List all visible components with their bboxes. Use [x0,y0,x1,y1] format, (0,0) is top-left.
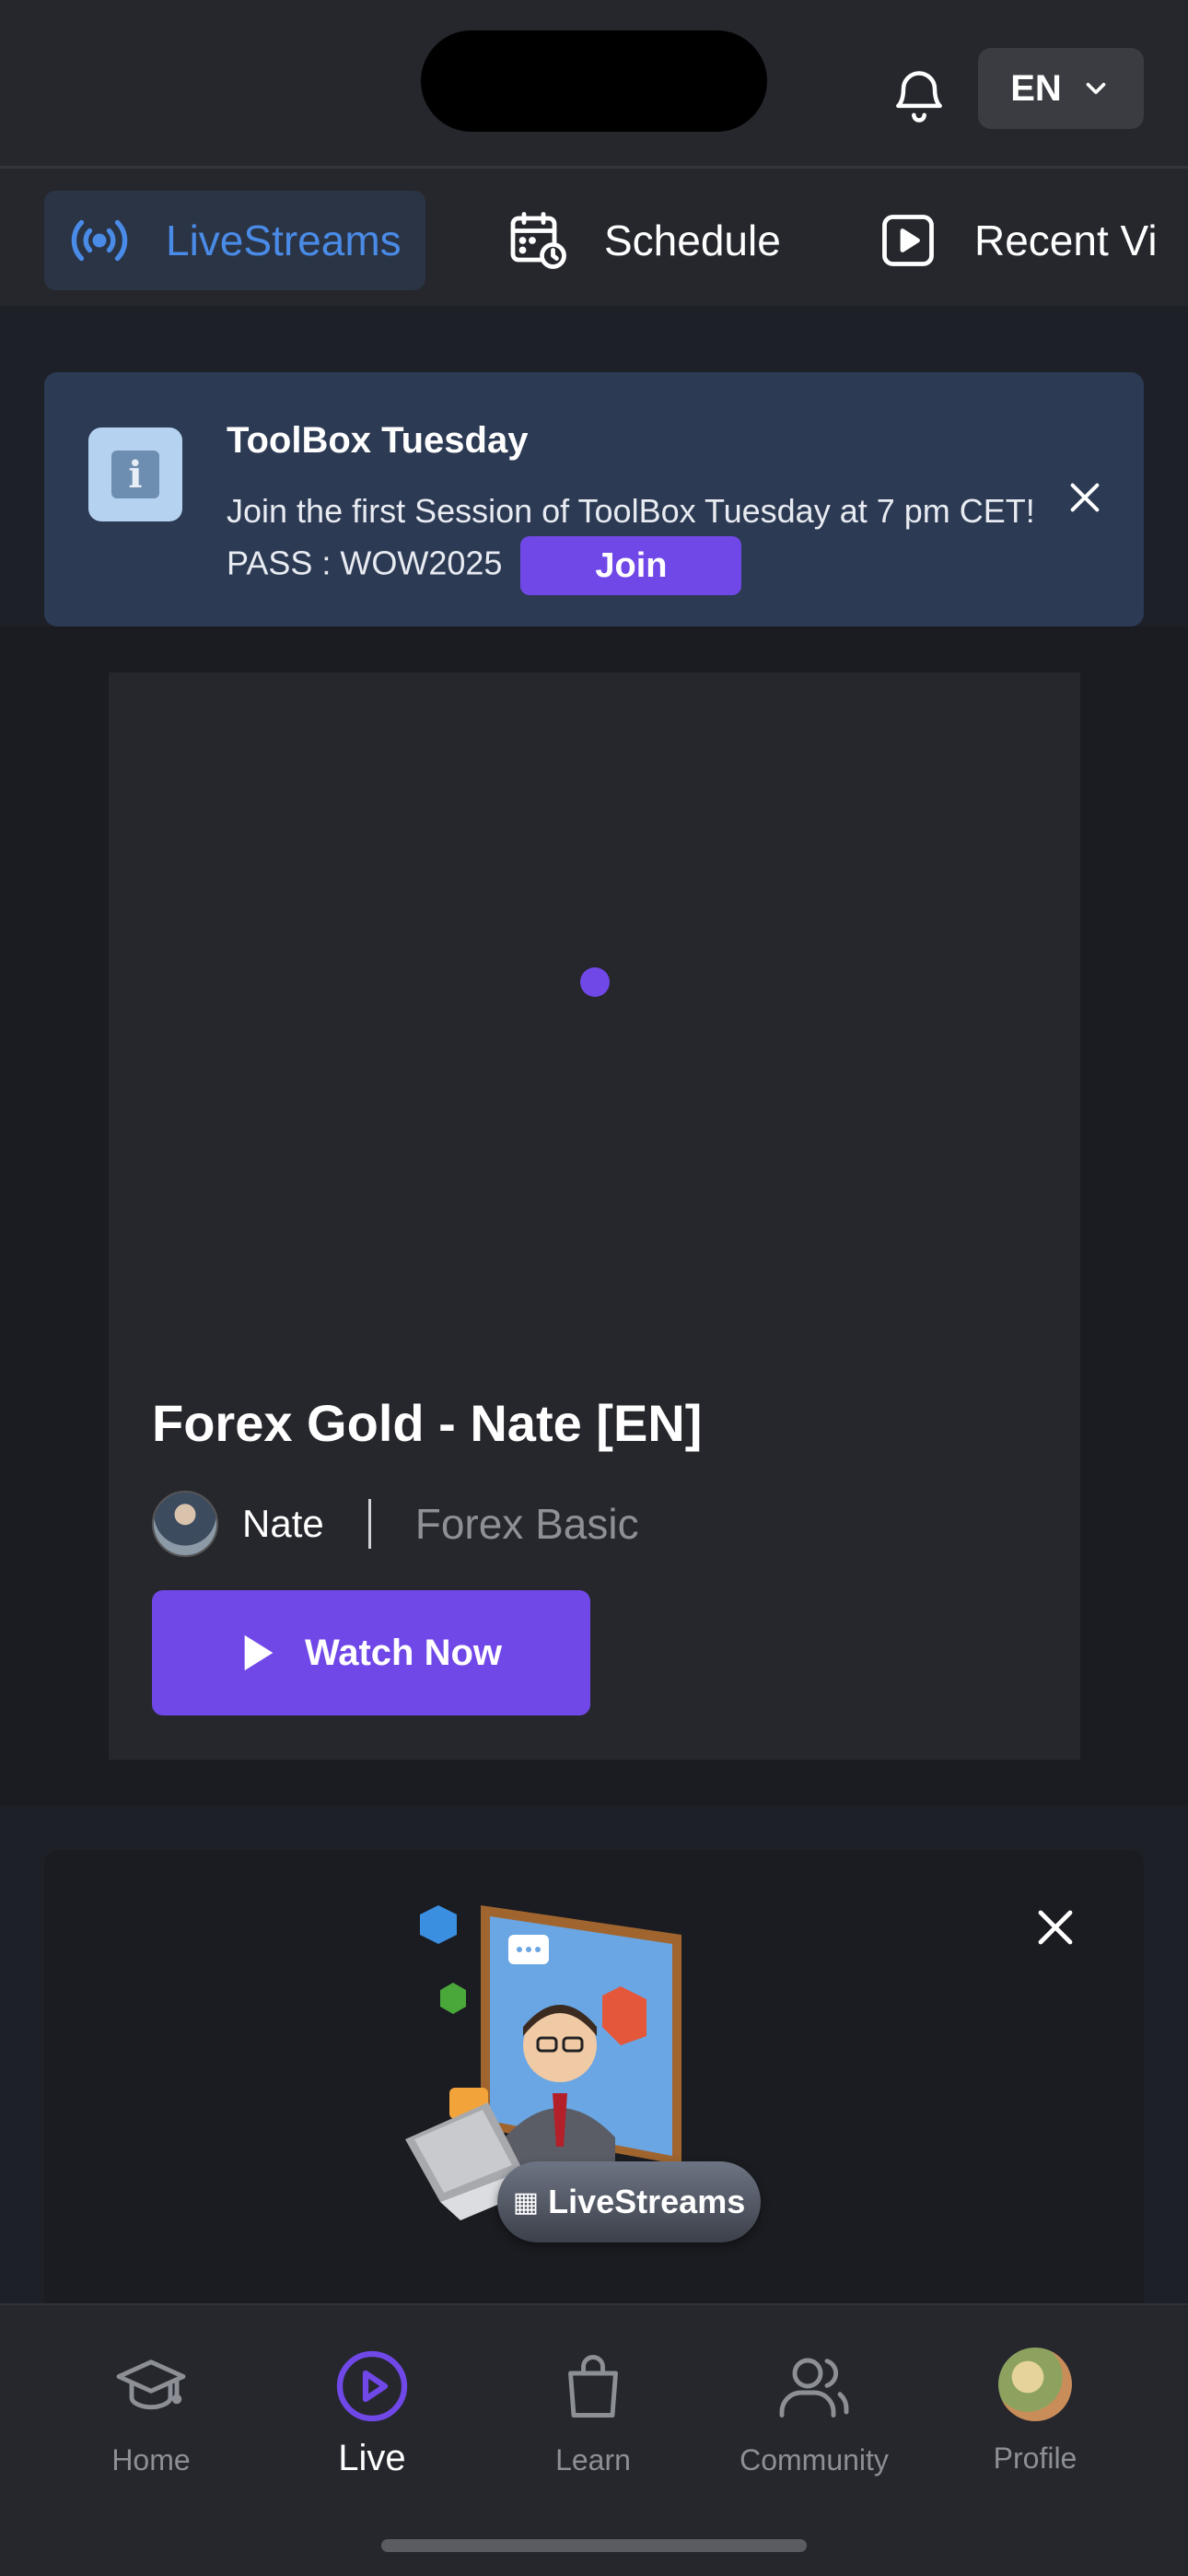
nav-label: Learn [555,2443,631,2476]
host-row: Nate Forex Basic [152,1491,639,1557]
language-selector[interactable]: EN [978,48,1144,129]
info-icon: i [88,427,182,521]
host-name: Nate [242,1502,324,1545]
banner-message: Join the first Session of ToolBox Tuesda… [227,486,1037,595]
dynamic-island [421,30,767,132]
chevron-down-icon [1086,82,1106,95]
home-indicator [381,2539,807,2552]
tab-label: LiveStreams [166,217,402,264]
divider [367,1499,371,1549]
nav-label: Home [111,2443,191,2476]
nav-label: Community [740,2443,889,2476]
banner-title: ToolBox Tuesday [227,420,529,461]
tab-bar: LiveStreams Schedule Recent Vi [0,166,1188,306]
play-square-icon [882,215,934,266]
close-icon[interactable] [1066,479,1103,516]
loading-indicator [580,967,610,997]
screen: EN LiveStreams Schedule Recent Vi i Tool… [0,0,1188,2576]
tab-schedule[interactable]: Schedule [505,191,781,290]
shopping-bag-icon [568,2355,618,2418]
stream-category: Forex Basic [414,1500,639,1548]
watch-now-button[interactable]: Watch Now [152,1590,590,1715]
nav-learn[interactable]: Learn [483,2348,704,2477]
users-icon [779,2358,849,2418]
nav-profile[interactable]: Profile [925,2348,1146,2476]
join-button[interactable]: Join [520,536,742,595]
stream-title: Forex Gold - Nate [EN] [152,1394,703,1452]
tab-label: Recent Vi [974,217,1158,264]
nav-live[interactable]: Live [262,2348,483,2479]
nav-label: Profile [993,2441,1077,2475]
avatar [152,1491,218,1557]
nav-label: Live [338,2438,406,2478]
camera-icon: ▦ [512,2186,540,2218]
play-icon [244,1634,274,1671]
calendar-clock-icon [510,212,566,269]
broadcast-icon [71,219,128,262]
notification-banner: i ToolBox Tuesday Join the first Session… [44,372,1144,626]
play-circle-icon [336,2350,408,2422]
bell-icon[interactable] [888,64,950,129]
profile-avatar [998,2348,1072,2421]
tab-label: Schedule [604,217,781,264]
graduation-cap-icon [116,2359,186,2410]
language-label: EN [1010,67,1062,109]
close-icon[interactable] [1033,1905,1077,1950]
nav-home[interactable]: Home [41,2348,262,2477]
watch-now-label: Watch Now [304,1632,503,1673]
livestreams-badge: ▦ LiveStreams [497,2161,761,2242]
nav-community[interactable]: Community [704,2348,925,2477]
promo-pill-label: LiveStreams [548,2183,746,2220]
tab-recent-videos[interactable]: Recent Vi [875,191,1158,290]
tab-livestreams[interactable]: LiveStreams [44,191,425,290]
top-header: EN [0,0,1188,166]
